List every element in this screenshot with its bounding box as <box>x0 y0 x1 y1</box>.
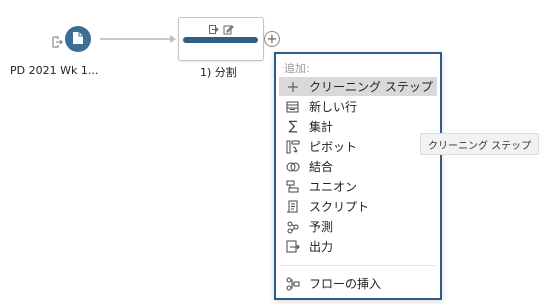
union-icon <box>285 179 301 195</box>
menu-item-union[interactable]: ユニオン <box>279 177 437 196</box>
menu-item-predict[interactable]: 予測 <box>279 217 437 236</box>
menu-item-label: 予測 <box>309 220 334 234</box>
menu-header: 追加: <box>284 62 310 75</box>
menu-item-insert-flow[interactable]: フローの挿入 <box>279 274 437 293</box>
predict-icon <box>285 219 301 235</box>
insert-flow-icon <box>285 276 301 292</box>
input-link-icon <box>51 33 63 48</box>
flow-connector <box>100 38 172 40</box>
menu-item-new-rows[interactable]: 新しい行 <box>279 97 437 116</box>
menu-item-aggregate[interactable]: ∑ 集計 <box>279 117 437 136</box>
join-icon <box>285 159 301 175</box>
menu-item-label: フローの挿入 <box>309 277 382 291</box>
menu-item-label: スクリプト <box>309 200 370 214</box>
menu-item-label: 結合 <box>309 160 334 174</box>
menu-item-pivot[interactable]: ピボット <box>279 137 437 156</box>
new-rows-icon <box>285 99 301 115</box>
plus-icon <box>285 79 301 95</box>
input-node-label[interactable]: PD 2021 Wk 1... <box>10 64 98 77</box>
sigma-icon: ∑ <box>288 119 298 134</box>
step-node-label[interactable]: 1) 分割 <box>200 64 237 80</box>
connector-arrow-icon <box>170 35 176 43</box>
script-icon <box>285 199 301 215</box>
input-node[interactable] <box>65 26 91 52</box>
menu-item-join[interactable]: 結合 <box>279 157 437 176</box>
step-progress-bar <box>183 37 258 43</box>
add-step-button[interactable]: + <box>264 31 280 47</box>
menu-item-label: 出力 <box>309 240 334 254</box>
menu-item-label: 集計 <box>309 120 334 134</box>
menu-item-label: クリーニング ステップ <box>309 80 433 94</box>
document-icon <box>72 30 84 49</box>
tooltip: クリーニング ステップ <box>420 133 540 155</box>
menu-divider <box>280 265 436 266</box>
menu-item-clean-step[interactable]: クリーニング ステップ <box>279 77 437 96</box>
menu-item-label: ユニオン <box>309 180 358 194</box>
output-icon <box>285 239 301 255</box>
pivot-icon <box>285 139 301 155</box>
menu-item-script[interactable]: スクリプト <box>279 197 437 216</box>
menu-item-label: 新しい行 <box>309 100 358 114</box>
menu-item-output[interactable]: 出力 <box>279 237 437 256</box>
menu-item-label: ピボット <box>309 140 358 154</box>
